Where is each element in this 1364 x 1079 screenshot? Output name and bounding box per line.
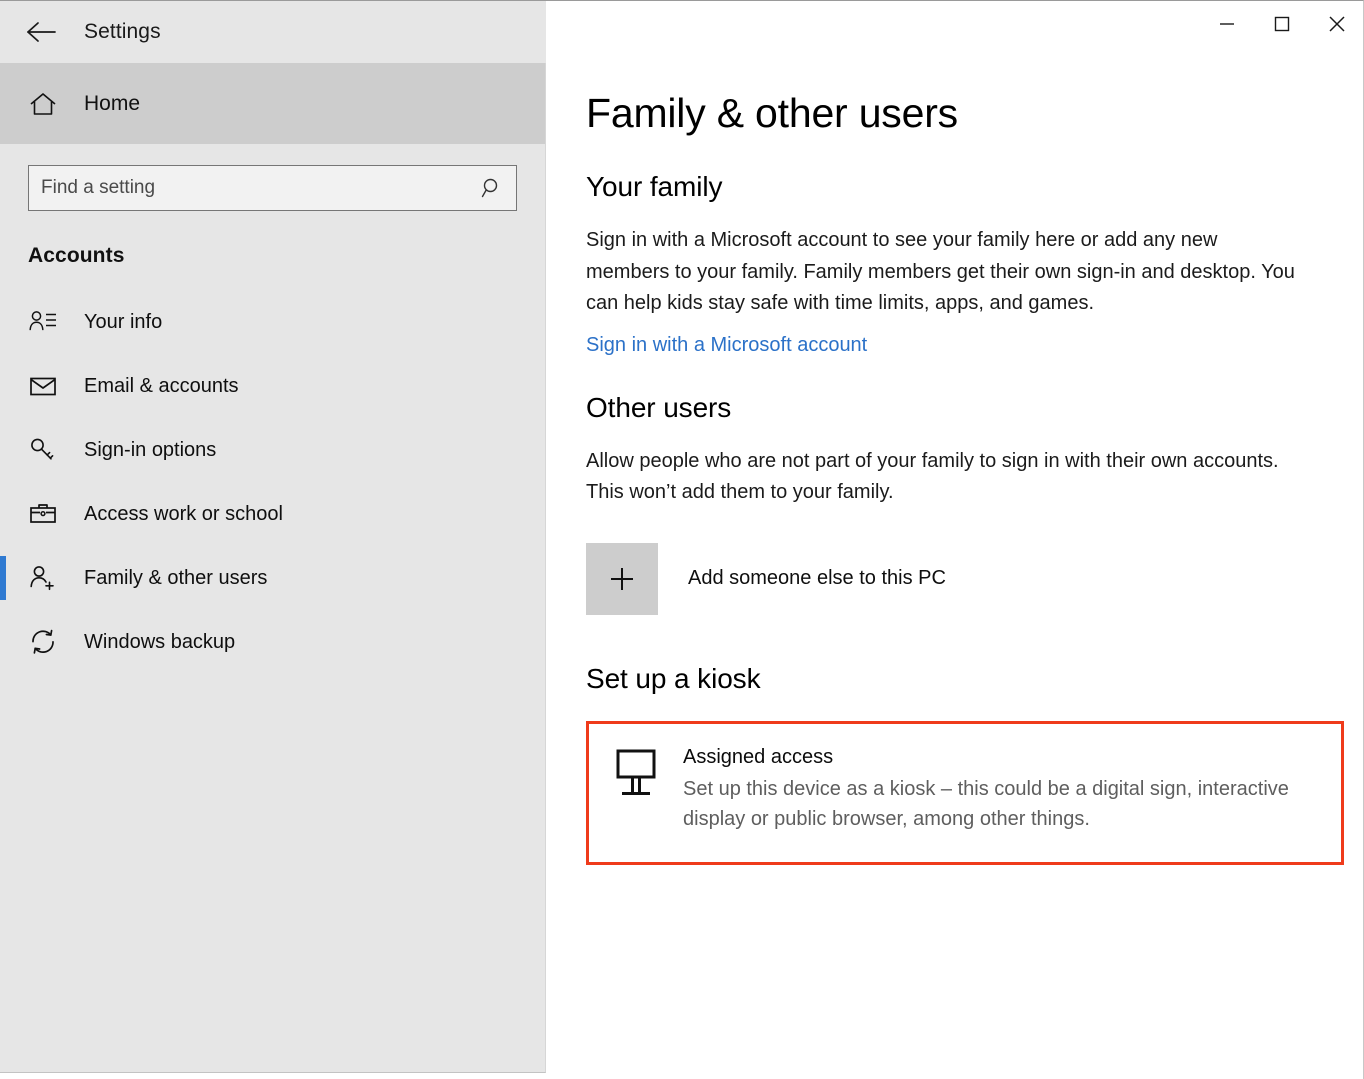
- sidebar-category-title: Accounts: [28, 244, 545, 268]
- sidebar-item-label: Access work or school: [84, 503, 283, 526]
- key-icon: [20, 436, 66, 464]
- envelope-icon: [20, 374, 66, 398]
- sidebar-item-email-accounts[interactable]: Email & accounts: [0, 354, 545, 418]
- plus-icon: [586, 543, 658, 615]
- sidebar-nav-list: Your info Email & accounts: [0, 290, 545, 674]
- minimize-button[interactable]: [1199, 1, 1254, 47]
- window-controls: [1199, 1, 1364, 47]
- search-container: [28, 165, 517, 211]
- sync-icon: [20, 628, 66, 656]
- home-icon: [20, 90, 66, 118]
- briefcase-icon: [20, 501, 66, 527]
- title-bar: Settings: [0, 1, 1364, 63]
- other-users-description: Allow people who are not part of your fa…: [586, 446, 1301, 509]
- search-input[interactable]: [29, 166, 516, 210]
- close-button[interactable]: [1309, 1, 1364, 47]
- app-title: Settings: [84, 20, 161, 44]
- maximize-button[interactable]: [1254, 1, 1309, 47]
- sidebar-item-family-other-users[interactable]: Family & other users: [0, 546, 545, 610]
- close-icon: [1323, 10, 1351, 38]
- kiosk-heading: Set up a kiosk: [586, 663, 1321, 695]
- assigned-access-description: Set up this device as a kiosk – this cou…: [683, 774, 1323, 834]
- minimize-icon: [1214, 11, 1240, 37]
- maximize-icon: [1269, 11, 1295, 37]
- sidebar-item-label: Email & accounts: [84, 375, 239, 398]
- sidebar-item-label: Family & other users: [84, 567, 267, 590]
- sidebar-item-windows-backup[interactable]: Windows backup: [0, 610, 545, 674]
- search-icon[interactable]: [480, 176, 504, 200]
- sidebar-item-label: Windows backup: [84, 631, 235, 654]
- assigned-access-title: Assigned access: [683, 744, 1323, 770]
- your-family-description: Sign in with a Microsoft account to see …: [586, 225, 1301, 320]
- main-content: Family & other users Your family Sign in…: [547, 63, 1361, 1079]
- back-arrow-icon: [25, 20, 59, 44]
- sidebar-item-your-info[interactable]: Your info: [0, 290, 545, 354]
- search-box[interactable]: [28, 165, 517, 211]
- sidebar-item-home[interactable]: Home: [0, 63, 545, 144]
- sidebar-item-home-label: Home: [84, 92, 140, 116]
- add-user-label: Add someone else to this PC: [688, 567, 946, 590]
- your-family-heading: Your family: [586, 171, 1321, 203]
- settings-window: Settings: [0, 0, 1364, 1079]
- sidebar-item-sign-in-options[interactable]: Sign-in options: [0, 418, 545, 482]
- back-button[interactable]: [12, 8, 72, 56]
- user-info-icon: [20, 309, 66, 335]
- sign-in-microsoft-account-link[interactable]: Sign in with a Microsoft account: [586, 334, 867, 357]
- add-person-icon: [20, 564, 66, 592]
- sidebar-item-access-work-or-school[interactable]: Access work or school: [0, 482, 545, 546]
- assigned-access-card[interactable]: Assigned access Set up this device as a …: [586, 721, 1344, 865]
- assigned-access-text: Assigned access Set up this device as a …: [683, 744, 1323, 834]
- sidebar: Home Accounts: [0, 63, 546, 1073]
- page-title: Family & other users: [586, 91, 1321, 136]
- title-bar-left: Settings: [0, 1, 546, 63]
- sidebar-item-label: Sign-in options: [84, 439, 216, 462]
- kiosk-display-icon: [605, 744, 667, 800]
- sidebar-item-label: Your info: [84, 311, 162, 334]
- add-user-button[interactable]: Add someone else to this PC: [586, 543, 1321, 615]
- selection-indicator: [0, 556, 6, 600]
- other-users-heading: Other users: [586, 392, 1321, 424]
